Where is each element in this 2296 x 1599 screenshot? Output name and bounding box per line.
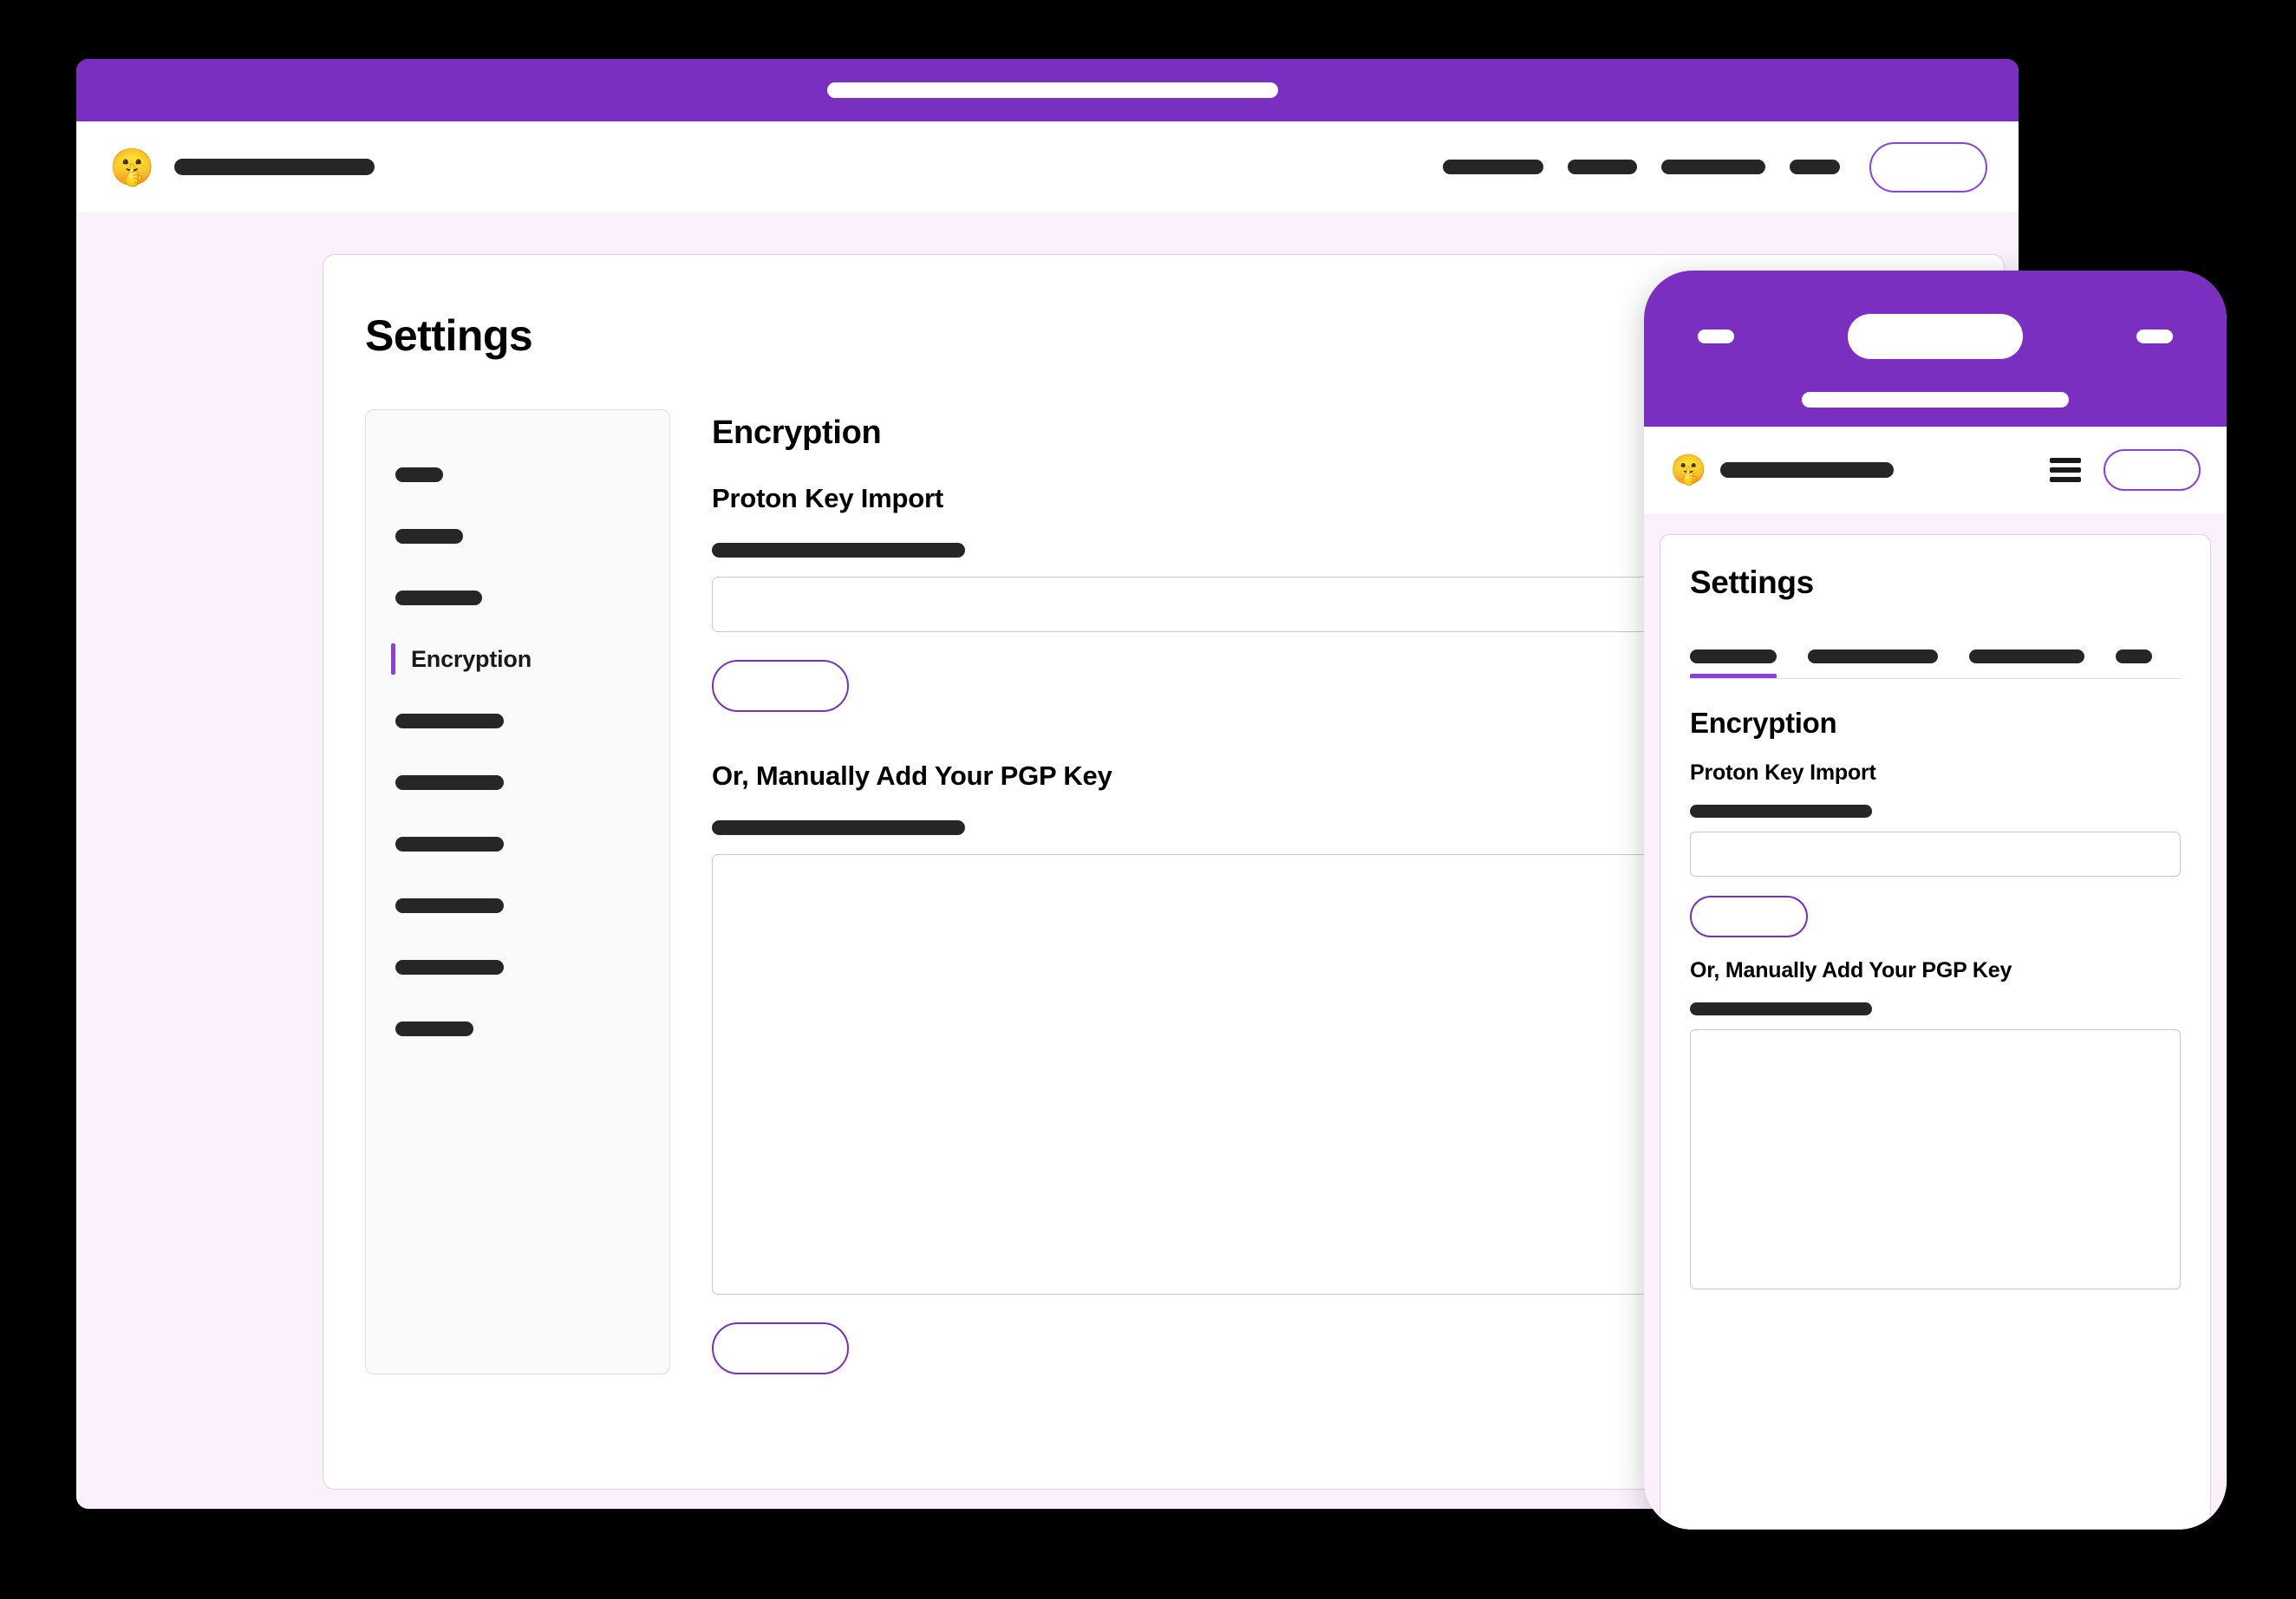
sidebar-item-2[interactable] <box>366 520 669 551</box>
sidebar-item-1-label-placeholder <box>395 467 443 482</box>
mobile-nav-cta-button[interactable] <box>2104 449 2201 491</box>
mobile-proton-key-field-label-placeholder <box>1690 805 1872 818</box>
sidebar-item-7-label-placeholder <box>395 836 504 852</box>
shushing-face-emoji-icon: 🤫 <box>109 146 155 187</box>
mobile-nav-actions <box>2050 449 2201 491</box>
shushing-face-emoji-icon: 🤫 <box>1670 454 1707 486</box>
sidebar-item-5[interactable] <box>366 705 669 736</box>
mobile-speaker-pip-left <box>1698 330 1734 343</box>
sidebar-item-9[interactable] <box>366 951 669 982</box>
mobile-tab-active-underline <box>1690 674 1777 678</box>
sidebar-item-encryption[interactable]: Encryption <box>366 643 669 675</box>
camera-notch-icon <box>1848 314 2023 359</box>
sidebar-item-3[interactable] <box>366 582 669 613</box>
sidebar-item-3-label-placeholder <box>395 590 482 605</box>
mobile-settings-tabs <box>1690 634 2181 679</box>
sidebar-item-10-label-placeholder <box>395 1021 473 1036</box>
responsive-mockup-stage: 🤫 Settings Encryption Encryption Proton … <box>0 0 2296 1599</box>
desktop-browser-titlebar <box>76 59 2019 121</box>
mobile-proton-key-import-heading: Proton Key Import <box>1690 760 1876 785</box>
sidebar-active-indicator <box>391 643 395 675</box>
desktop-nav-link-2[interactable] <box>1568 160 1637 174</box>
mobile-proton-key-input[interactable] <box>1690 832 2181 877</box>
proton-key-import-button[interactable] <box>712 660 849 712</box>
sidebar-item-8-label-placeholder <box>395 897 504 913</box>
mobile-site-navbar: 🤫 <box>1644 427 2227 513</box>
mobile-manual-pgp-key-heading: Or, Manually Add Your PGP Key <box>1690 958 2012 982</box>
mobile-page-body: Settings Encryption Proton Key Import Or… <box>1644 513 2227 1530</box>
mobile-tab-1[interactable] <box>1690 634 1808 678</box>
mobile-proton-key-import-button[interactable] <box>1690 896 1808 937</box>
mobile-phone-frame: 🤫 Settings Encryption Proton Key Import … <box>1644 271 2227 1530</box>
sidebar-item-5-label-placeholder <box>395 713 504 728</box>
desktop-brand-name-placeholder <box>174 159 375 175</box>
mobile-settings-card: Settings Encryption Proton Key Import Or… <box>1660 534 2211 1530</box>
manual-pgp-save-button[interactable] <box>712 1322 849 1374</box>
sidebar-item-9-label-placeholder <box>395 959 504 975</box>
mobile-page-title: Settings <box>1690 565 1814 600</box>
mobile-encryption-heading: Encryption <box>1690 707 1837 739</box>
desktop-nav-link-3[interactable] <box>1661 160 1765 174</box>
sidebar-item-6[interactable] <box>366 767 669 798</box>
desktop-nav-links <box>1443 141 1987 193</box>
mobile-manual-pgp-field-label-placeholder <box>1690 1002 1872 1015</box>
mobile-brand[interactable]: 🤫 <box>1670 454 1895 486</box>
sidebar-item-7[interactable] <box>366 828 669 859</box>
mobile-statusbar <box>1644 271 2227 427</box>
mobile-tab-2[interactable] <box>1808 634 1969 678</box>
sidebar-item-encryption-label: Encryption <box>411 645 532 672</box>
settings-sidebar: Encryption <box>365 409 670 1374</box>
desktop-nav-link-4[interactable] <box>1790 160 1840 174</box>
mobile-tab-4[interactable] <box>2116 634 2159 678</box>
mobile-tab-3-label-placeholder <box>1969 649 2084 663</box>
desktop-nav-cta-button[interactable] <box>1869 141 1987 193</box>
desktop-nav-link-1[interactable] <box>1443 160 1543 174</box>
desktop-brand[interactable]: 🤫 <box>109 146 375 187</box>
manual-pgp-field-label-placeholder <box>712 820 965 835</box>
mobile-tab-2-label-placeholder <box>1808 649 1938 663</box>
sidebar-item-6-label-placeholder <box>395 774 504 790</box>
mobile-manual-pgp-key-textarea[interactable] <box>1690 1029 2181 1289</box>
mobile-tab-1-label-placeholder <box>1690 649 1777 663</box>
mobile-brand-name-placeholder <box>1720 462 1895 478</box>
mobile-tab-3[interactable] <box>1969 634 2116 678</box>
desktop-site-navbar: 🤫 <box>76 121 2019 212</box>
sidebar-item-1[interactable] <box>366 459 669 490</box>
mobile-url-bar[interactable] <box>1802 392 2069 408</box>
mobile-tab-4-label-placeholder <box>2116 649 2152 663</box>
hamburger-menu-icon[interactable] <box>2050 458 2081 482</box>
sidebar-item-2-label-placeholder <box>395 528 463 544</box>
sidebar-item-8[interactable] <box>366 890 669 921</box>
proton-key-field-label-placeholder <box>712 543 965 558</box>
desktop-url-bar[interactable] <box>827 82 1278 98</box>
sidebar-item-10[interactable] <box>366 1013 669 1044</box>
mobile-speaker-pip-right <box>2136 330 2173 343</box>
